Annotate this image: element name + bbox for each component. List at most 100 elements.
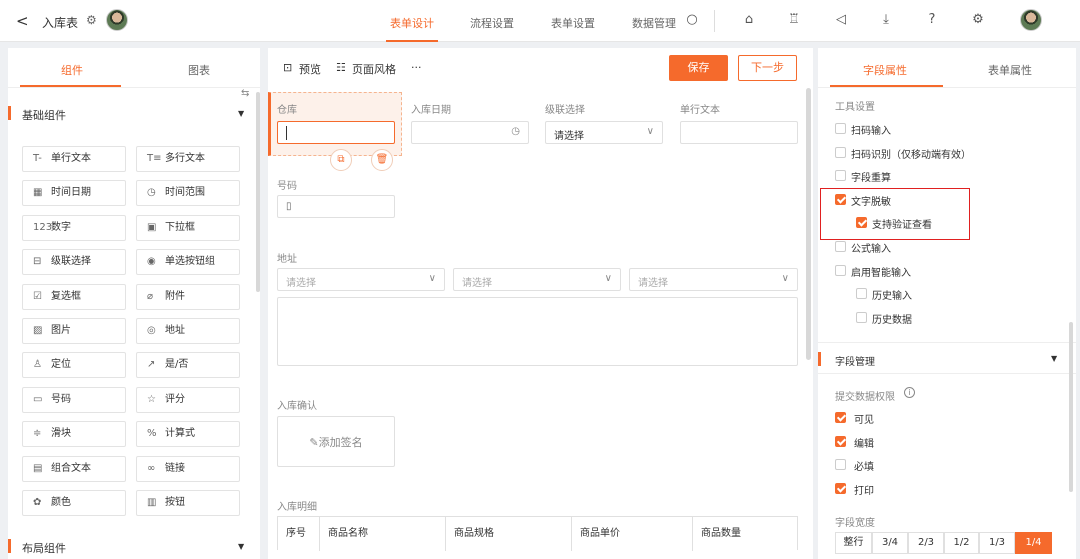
date-input[interactable]: ◷ <box>411 121 529 144</box>
megaphone-icon[interactable]: ◁ <box>832 11 850 29</box>
home-icon[interactable]: ⌂ <box>740 11 758 29</box>
province-select[interactable]: 请选择 ∨ <box>277 268 445 291</box>
text-input[interactable] <box>680 121 798 144</box>
component-item[interactable]: 123数字 <box>22 214 126 241</box>
chevron-down-icon[interactable]: ▼ <box>238 542 244 551</box>
component-icon: ♙ <box>33 359 42 371</box>
add-signature-button[interactable]: ✎添加签名 <box>277 416 395 467</box>
number-input[interactable]: ▯ <box>277 195 395 218</box>
cascade-select[interactable]: 请选择 ∨ <box>545 121 663 144</box>
component-item[interactable]: T≡ 多行文本 <box>136 146 240 172</box>
component-item[interactable]: ♙ 定位 <box>22 352 126 379</box>
component-icon: ▦ <box>33 187 43 199</box>
style-icon[interactable]: ☷ <box>336 61 346 74</box>
component-icon: ▥ <box>147 497 157 508</box>
component-icon: T≡ <box>147 153 162 164</box>
option-label: 启用智能输入 <box>851 267 911 279</box>
scrollbar[interactable] <box>256 92 260 292</box>
permission-label: 打印 <box>854 485 874 497</box>
section-basic-title[interactable]: 基础组件 <box>22 107 66 123</box>
component-item[interactable]: ▤ 组合文本 <box>22 455 126 482</box>
width-option[interactable]: 2/3 <box>908 532 944 554</box>
delete-icon[interactable]: 🗑 <box>371 149 393 171</box>
tab-components[interactable]: 组件 <box>61 62 83 78</box>
checkbox[interactable] <box>856 311 867 323</box>
more-button[interactable]: ··· <box>411 61 422 74</box>
component-item[interactable]: ☑ 复选框 <box>22 283 126 310</box>
field-label: 仓库 <box>277 105 297 116</box>
component-item[interactable]: ◉ 单选按钮组 <box>136 249 240 276</box>
section-layout-title[interactable]: 布局组件 <box>22 540 66 556</box>
scrollbar[interactable] <box>806 88 811 360</box>
checkbox[interactable] <box>835 459 846 471</box>
search-icon[interactable]: ○ <box>683 11 701 29</box>
tab-form-properties[interactable]: 表单属性 <box>988 62 1032 78</box>
width-option[interactable]: 1/4 <box>1015 532 1052 554</box>
component-item[interactable]: ⊟ 级联选择 <box>22 249 126 276</box>
width-option[interactable]: 1/2 <box>944 532 979 554</box>
component-item[interactable]: ▦ 时间日期 <box>22 180 126 207</box>
warehouse-input[interactable] <box>277 121 395 144</box>
checkbox[interactable] <box>835 435 846 447</box>
field-label: 入库日期 <box>411 105 451 116</box>
tab-form-design[interactable]: 表单设计 <box>386 15 438 42</box>
checkbox[interactable] <box>835 123 846 134</box>
swap-icon[interactable]: ⇆ <box>241 88 249 99</box>
tab-charts[interactable]: 图表 <box>188 62 210 78</box>
scrollbar[interactable] <box>1069 322 1073 492</box>
preview-icon[interactable]: ⊡ <box>283 61 292 74</box>
chevron-down-icon[interactable]: ▼ <box>238 109 244 118</box>
width-option[interactable]: 3/4 <box>872 532 908 554</box>
info-icon[interactable]: i <box>904 387 915 398</box>
component-item[interactable]: ◷ 时间范围 <box>136 180 240 207</box>
checkbox[interactable] <box>835 264 846 276</box>
tab-field-properties[interactable]: 字段属性 <box>863 62 907 78</box>
avatar[interactable] <box>106 9 128 31</box>
component-item[interactable]: % 计算式 <box>136 421 240 448</box>
gear-icon[interactable]: ⚙ <box>969 11 987 29</box>
checkbox[interactable] <box>835 482 846 494</box>
checkbox[interactable] <box>856 288 867 300</box>
help-icon[interactable]: ? <box>923 11 941 29</box>
component-item[interactable]: ⌀ 附件 <box>136 283 240 310</box>
component-item[interactable]: ▭ 号码 <box>22 386 126 413</box>
component-item[interactable]: ▨ 图片 <box>22 318 126 344</box>
component-item[interactable]: ▣ 下拉框 <box>136 214 240 241</box>
tab-process-settings[interactable]: 流程设置 <box>470 15 514 31</box>
width-option[interactable]: 整行 <box>835 532 872 554</box>
component-item[interactable]: T- 单行文本 <box>22 146 126 172</box>
city-select[interactable]: 请选择 ∨ <box>453 268 621 291</box>
save-button[interactable]: 保存 <box>669 55 728 81</box>
copy-icon[interactable]: ⧉ <box>330 149 352 171</box>
component-label: 链接 <box>165 462 185 474</box>
component-item[interactable]: ☆ 评分 <box>136 386 240 413</box>
settings-icon[interactable]: ⚙ <box>86 13 97 27</box>
component-item[interactable]: ✿ 颜色 <box>22 490 126 516</box>
component-item[interactable]: ◎ 地址 <box>136 318 240 344</box>
field-manage-section[interactable]: 字段管理 ▼ <box>818 342 1076 374</box>
checkbox[interactable] <box>835 170 846 182</box>
download-icon[interactable]: ⤓ <box>877 11 895 29</box>
permission-label: 编辑 <box>854 438 874 450</box>
component-item[interactable]: ▥ 按钮 <box>136 490 240 516</box>
component-item[interactable]: ↗ 是/否 <box>136 352 240 379</box>
width-option[interactable]: 1/3 <box>979 532 1015 554</box>
tool-settings-title: 工具设置 <box>835 102 875 113</box>
page-style-button[interactable]: 页面风格 <box>352 61 396 77</box>
district-select[interactable]: 请选择 ∨ <box>629 268 798 291</box>
component-item[interactable]: ≑ 滑块 <box>22 421 126 448</box>
back-icon[interactable]: < <box>16 12 29 30</box>
checkbox[interactable] <box>835 146 846 158</box>
shirt-icon[interactable]: ♖ <box>785 11 803 29</box>
checkbox[interactable] <box>835 241 846 252</box>
next-step-button[interactable]: 下一步 <box>738 55 797 81</box>
tab-form-settings[interactable]: 表单设置 <box>551 15 595 31</box>
text-cursor <box>286 126 287 140</box>
preview-button[interactable]: 预览 <box>299 61 321 77</box>
component-label: 时间范围 <box>165 187 205 199</box>
user-avatar[interactable] <box>1020 9 1042 31</box>
checkbox[interactable] <box>835 412 846 423</box>
address-detail-textarea[interactable] <box>277 297 798 366</box>
component-item[interactable]: ∞ 链接 <box>136 455 240 482</box>
tab-data-management[interactable]: 数据管理 <box>632 15 676 31</box>
